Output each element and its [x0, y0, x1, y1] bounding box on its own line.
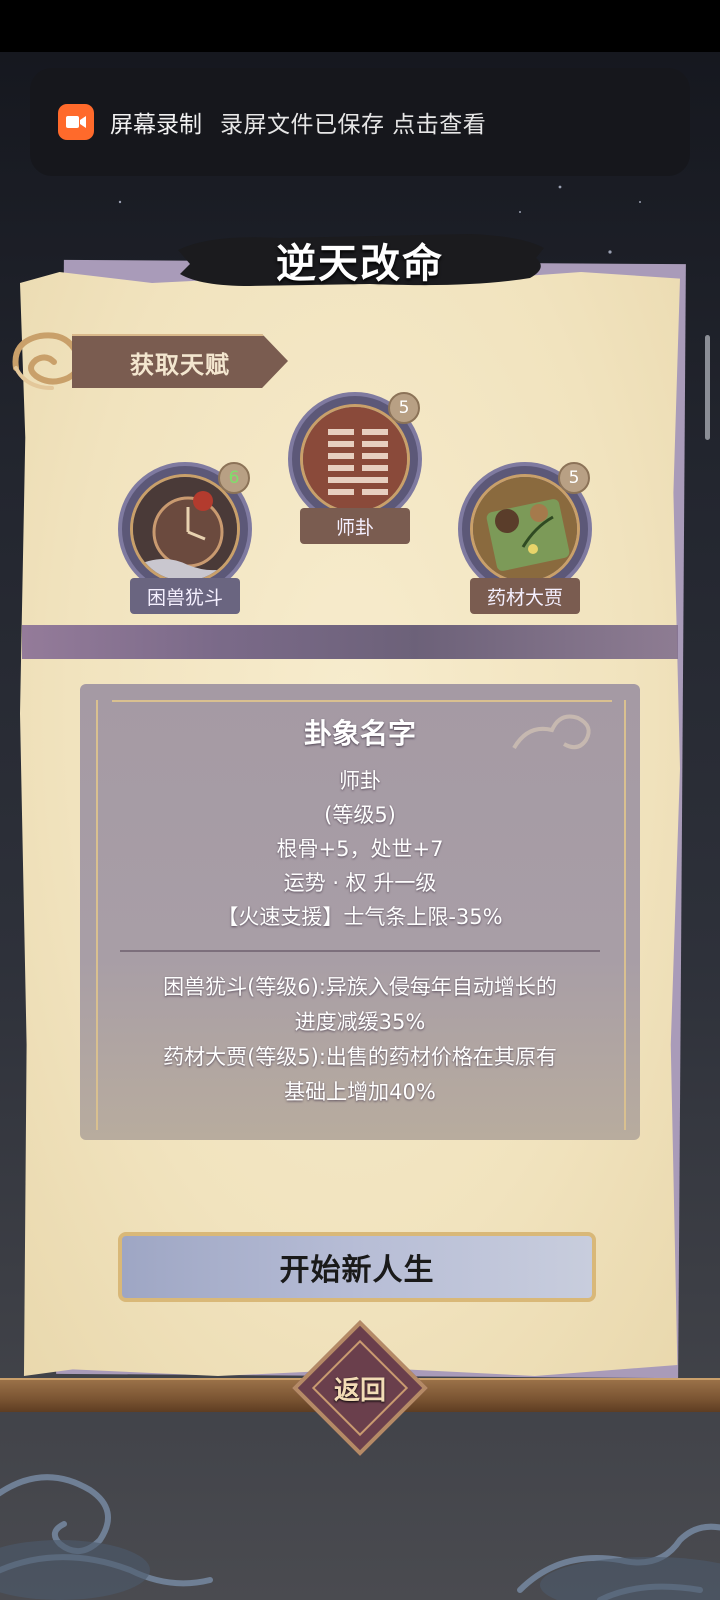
- talent-name: 药材大贾: [470, 578, 580, 614]
- return-button-label[interactable]: 返回: [312, 1370, 408, 1406]
- description-frame-top: [112, 700, 612, 702]
- talent-name: 师卦: [300, 508, 410, 544]
- hexagram-level: (等级5): [324, 803, 396, 827]
- divider-band: [22, 625, 678, 659]
- talent-card-yaocai[interactable]: 5 药材大贾: [458, 462, 592, 614]
- effect-line: 进度减缓35%: [294, 1010, 426, 1034]
- notification-message: 录屏文件已保存 点击查看: [220, 112, 487, 138]
- effect-line: 基础上增加40%: [284, 1080, 436, 1104]
- talents-section-label: 获取天赋: [72, 334, 288, 388]
- talent-level-badge: 5: [558, 462, 590, 494]
- hexagram-stats: 根骨+5，处世+7: [276, 837, 444, 861]
- effect-line: 药材大贾(等级5):出售的药材价格在其原有: [163, 1045, 557, 1069]
- video-camera-icon: [58, 104, 94, 140]
- talent-card-kunshou[interactable]: 6 困兽犹斗: [118, 462, 252, 614]
- notification-title: 屏幕录制: [110, 112, 202, 138]
- description-lines: 师卦 (等级5) 根骨+5，处世+7 运势 · 权 升一级 【火速支援】士气条上…: [80, 764, 640, 934]
- description-separator: [120, 950, 600, 952]
- scrollbar[interactable]: [705, 335, 710, 440]
- hexagram-fortune: 运势 · 权 升一级: [283, 871, 437, 895]
- title-banner: 逆天改命: [170, 228, 550, 292]
- bottom-clouds-decoration: [0, 1474, 720, 1600]
- effect-line: 困兽犹斗(等级6):异族入侵每年自动增长的: [163, 975, 557, 999]
- screen-record-notification[interactable]: 屏幕录制 录屏文件已保存 点击查看: [30, 68, 690, 176]
- start-new-life-button[interactable]: 开始新人生: [118, 1232, 596, 1302]
- talent-effects: 困兽犹斗(等级6):异族入侵每年自动增长的 进度减缓35% 药材大贾(等级5):…: [100, 970, 620, 1110]
- talent-level-badge: 6: [218, 462, 250, 494]
- hexagram-effect: 【火速支援】士气条上限-35%: [217, 905, 503, 929]
- page-title: 逆天改命: [276, 241, 444, 287]
- talent-name: 困兽犹斗: [130, 578, 240, 614]
- status-bar: [0, 0, 720, 52]
- hexagram-name: 师卦: [339, 769, 381, 793]
- talent-level-badge: 5: [388, 392, 420, 424]
- description-title: 卦象名字: [303, 717, 416, 750]
- talent-card-shigua[interactable]: 5 师卦: [288, 392, 422, 544]
